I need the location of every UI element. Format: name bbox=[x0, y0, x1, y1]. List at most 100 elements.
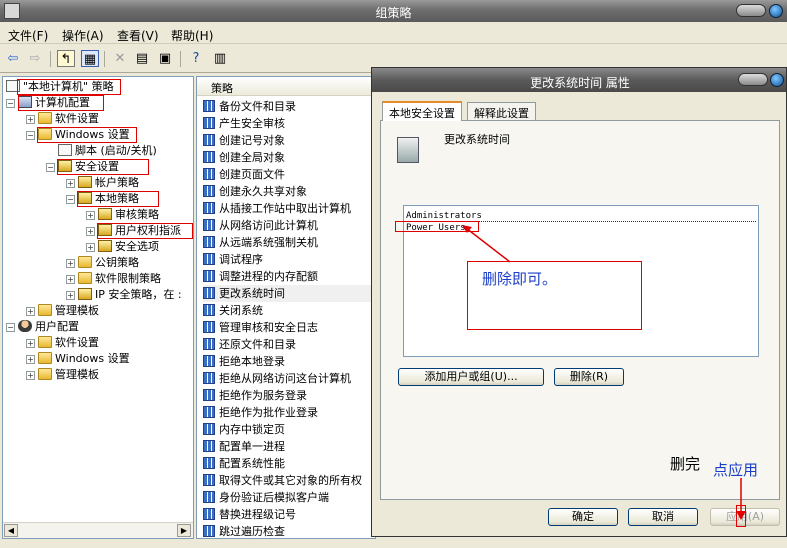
menu-file[interactable]: 文件(F) bbox=[8, 27, 48, 44]
cancel-button[interactable]: 取消 bbox=[628, 508, 698, 526]
list-item[interactable]: 创建页面文件 bbox=[203, 166, 375, 183]
list-item[interactable]: 配置单一进程 bbox=[203, 438, 375, 455]
expand-icon[interactable]: + bbox=[26, 371, 35, 380]
list-item[interactable]: 关闭系统 bbox=[203, 302, 375, 319]
collapse-icon[interactable]: − bbox=[66, 195, 75, 204]
minimize-button[interactable] bbox=[736, 4, 766, 17]
tree-security-options[interactable]: + 安全选项 bbox=[86, 239, 159, 254]
list-item-label: 从远端系统强制关机 bbox=[219, 236, 318, 249]
close-button[interactable] bbox=[769, 4, 783, 18]
list-item-label: 调试程序 bbox=[219, 253, 263, 266]
tree-audit-policy[interactable]: + 审核策略 bbox=[86, 207, 159, 222]
list-item[interactable]: 替换进程级记号 bbox=[203, 506, 375, 523]
tree-admin-templates[interactable]: + 管理模板 bbox=[26, 303, 99, 318]
tab-local-security[interactable]: 本地安全设置 bbox=[382, 101, 462, 121]
expand-icon[interactable]: + bbox=[86, 227, 95, 236]
list-item[interactable]: 更改系统时间 bbox=[203, 285, 375, 302]
list-item[interactable]: 拒绝作为服务登录 bbox=[203, 387, 375, 404]
tab-explain[interactable]: 解释此设置 bbox=[467, 102, 536, 120]
add-user-button[interactable]: 添加用户或组(U)... bbox=[398, 368, 544, 386]
list-item[interactable]: 内存中锁定页 bbox=[203, 421, 375, 438]
collapse-icon[interactable]: − bbox=[46, 163, 55, 172]
tree-account-policy[interactable]: + 帐户策略 bbox=[66, 175, 139, 190]
delete-icon[interactable]: ✕ bbox=[111, 50, 129, 67]
help-icon[interactable]: ? bbox=[187, 50, 205, 67]
tree-user-config[interactable]: − 用户配置 bbox=[6, 319, 79, 334]
menu-action[interactable]: 操作(A) bbox=[62, 27, 104, 44]
list-item[interactable]: 产生安全审核 bbox=[203, 115, 375, 132]
menu-help[interactable]: 帮助(H) bbox=[171, 27, 213, 44]
expand-icon[interactable]: + bbox=[26, 355, 35, 364]
list-header[interactable]: 策略 bbox=[197, 77, 375, 96]
expand-icon[interactable]: + bbox=[66, 275, 75, 284]
up-folder-icon[interactable]: ↰ bbox=[57, 50, 75, 67]
dialog-close-button[interactable] bbox=[770, 73, 784, 87]
scroll-right-icon[interactable]: ▶ bbox=[177, 524, 191, 537]
highlight-local-policy bbox=[17, 79, 121, 95]
tree-user-admin-templates[interactable]: + 管理模板 bbox=[26, 367, 99, 382]
back-icon[interactable]: ⇦ bbox=[4, 50, 22, 67]
expand-icon[interactable]: + bbox=[66, 291, 75, 300]
gpedit-window: 组策略 文件(F) 操作(A) 查看(V) 帮助(H) ⇦ ⇨ ↰ ▦ ✕ ▤ … bbox=[0, 0, 787, 548]
tree-user-software-settings[interactable]: + 软件设置 bbox=[26, 335, 99, 350]
expand-icon[interactable]: + bbox=[26, 307, 35, 316]
expand-icon[interactable]: + bbox=[86, 211, 95, 220]
folder-icon bbox=[78, 272, 92, 284]
tree-pane: "本地计算机" 策略 − 计算机配置 + 软件设置 − Windows 设置 脚本 (… bbox=[2, 76, 194, 539]
list-item[interactable]: 拒绝本地登录 bbox=[203, 353, 375, 370]
list-item[interactable]: 跳过遍历检查 bbox=[203, 523, 375, 538]
tree-software-settings[interactable]: + 软件设置 bbox=[26, 111, 99, 126]
collapse-icon[interactable]: − bbox=[26, 131, 35, 140]
tree-public-key[interactable]: + 公钥策略 bbox=[66, 255, 139, 270]
list-item[interactable]: 调试程序 bbox=[203, 251, 375, 268]
view-icon[interactable]: ▥ bbox=[211, 50, 229, 67]
expand-icon[interactable]: + bbox=[26, 115, 35, 124]
tree-scripts[interactable]: 脚本 (启动/关机) bbox=[58, 143, 157, 158]
expand-icon[interactable]: + bbox=[26, 339, 35, 348]
collapse-icon[interactable]: − bbox=[6, 323, 15, 332]
list-item-label: 身份验证后模拟客户端 bbox=[219, 491, 329, 504]
folder-icon bbox=[38, 304, 52, 316]
list-item[interactable]: 管理审核和安全日志 bbox=[203, 319, 375, 336]
list-item-label: 管理审核和安全日志 bbox=[219, 321, 318, 334]
ok-button[interactable]: 确定 bbox=[548, 508, 618, 526]
list-item[interactable]: 创建永久共享对象 bbox=[203, 183, 375, 200]
export-icon[interactable]: ▣ bbox=[156, 50, 174, 67]
tree-user-windows-settings[interactable]: + Windows 设置 bbox=[26, 351, 130, 366]
list-item[interactable]: 拒绝作为批作业登录 bbox=[203, 404, 375, 421]
list-item[interactable]: 拒绝从网络访问这台计算机 bbox=[203, 370, 375, 387]
list-item[interactable]: 配置系统性能 bbox=[203, 455, 375, 472]
list-item[interactable]: 身份验证后模拟客户端 bbox=[203, 489, 375, 506]
menu-view[interactable]: 查看(V) bbox=[117, 27, 159, 44]
collapse-icon[interactable]: − bbox=[6, 99, 15, 108]
security-icon bbox=[78, 176, 92, 188]
expand-icon[interactable]: + bbox=[66, 179, 75, 188]
properties-icon[interactable]: ▤ bbox=[133, 50, 151, 67]
dialog-help-button[interactable] bbox=[738, 73, 768, 86]
list-item[interactable]: 从远端系统强制关机 bbox=[203, 234, 375, 251]
forward-icon[interactable]: ⇨ bbox=[26, 50, 44, 67]
list-item[interactable]: 创建记号对象 bbox=[203, 132, 375, 149]
list-item[interactable]: 取得文件或其它对象的所有权 bbox=[203, 472, 375, 489]
list-item[interactable]: 创建全局对象 bbox=[203, 149, 375, 166]
remove-button[interactable]: 删除(R) bbox=[554, 368, 624, 386]
folder-icon bbox=[38, 112, 52, 124]
list-item[interactable]: 从网络访问此计算机 bbox=[203, 217, 375, 234]
list-item[interactable]: 备份文件和目录 bbox=[203, 98, 375, 115]
show-tree-icon[interactable]: ▦ bbox=[81, 50, 99, 67]
list-item-label: 备份文件和目录 bbox=[219, 100, 296, 113]
list-item[interactable]: 从插接工作站中取出计算机 bbox=[203, 200, 375, 217]
list-item[interactable]: 还原文件和目录 bbox=[203, 336, 375, 353]
scroll-left-icon[interactable]: ◀ bbox=[4, 524, 18, 537]
list-item-label: 更改系统时间 bbox=[219, 287, 285, 300]
tree-software-restriction[interactable]: + 软件限制策略 bbox=[66, 271, 161, 286]
tree-horizontal-scrollbar[interactable]: ◀ ▶ bbox=[3, 522, 193, 538]
policy-list: 策略 备份文件和目录产生安全审核 创建记号对象 创建全局对象 创建页面文件 创建永久共享… bbox=[196, 76, 376, 539]
expand-icon[interactable]: + bbox=[86, 243, 95, 252]
delete-note: 删除即可。 bbox=[482, 270, 558, 288]
list-item[interactable]: 调整进程的内存配额 bbox=[203, 268, 375, 285]
expand-icon[interactable]: + bbox=[66, 259, 75, 268]
policy-item-icon bbox=[203, 270, 215, 282]
apply-note: 点应用 bbox=[713, 461, 759, 479]
tree-ip-security[interactable]: + IP 安全策略，在 : bbox=[66, 287, 182, 302]
